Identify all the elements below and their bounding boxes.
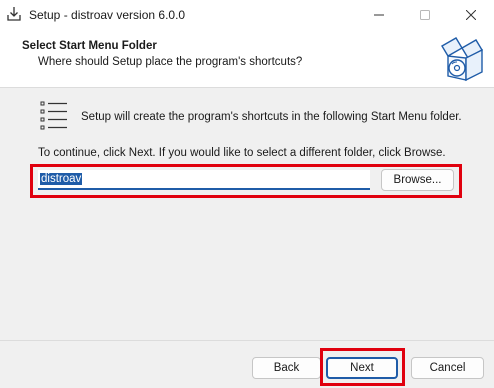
close-button[interactable] bbox=[448, 0, 494, 30]
start-menu-folder-input[interactable]: distroav bbox=[38, 170, 370, 190]
page-subtitle: Where should Setup place the program's s… bbox=[38, 56, 303, 68]
title-bar: Setup - distroav version 6.0.0 bbox=[0, 0, 494, 30]
minimize-button[interactable] bbox=[356, 0, 402, 30]
setup-box-icon bbox=[441, 37, 483, 82]
browse-button[interactable]: Browse... bbox=[381, 169, 454, 191]
next-button[interactable]: Next bbox=[326, 357, 398, 379]
info-text: Setup will create the program's shortcut… bbox=[81, 111, 462, 123]
footer-divider bbox=[0, 340, 494, 341]
close-icon bbox=[466, 10, 476, 20]
maximize-button[interactable] bbox=[402, 0, 448, 30]
cancel-button[interactable]: Cancel bbox=[411, 357, 484, 379]
window-title: Setup - distroav version 6.0.0 bbox=[29, 8, 186, 22]
maximize-icon bbox=[420, 10, 430, 20]
start-menu-list-icon bbox=[40, 101, 67, 130]
wizard-header: Select Start Menu Folder Where should Se… bbox=[0, 30, 494, 88]
page-title: Select Start Menu Folder bbox=[22, 40, 157, 52]
installer-icon bbox=[7, 7, 21, 21]
instruction-text: To continue, click Next. If you would li… bbox=[38, 147, 446, 159]
minimize-icon bbox=[374, 14, 384, 16]
back-button[interactable]: Back bbox=[252, 357, 321, 379]
folder-input-value: distroav bbox=[40, 173, 83, 185]
